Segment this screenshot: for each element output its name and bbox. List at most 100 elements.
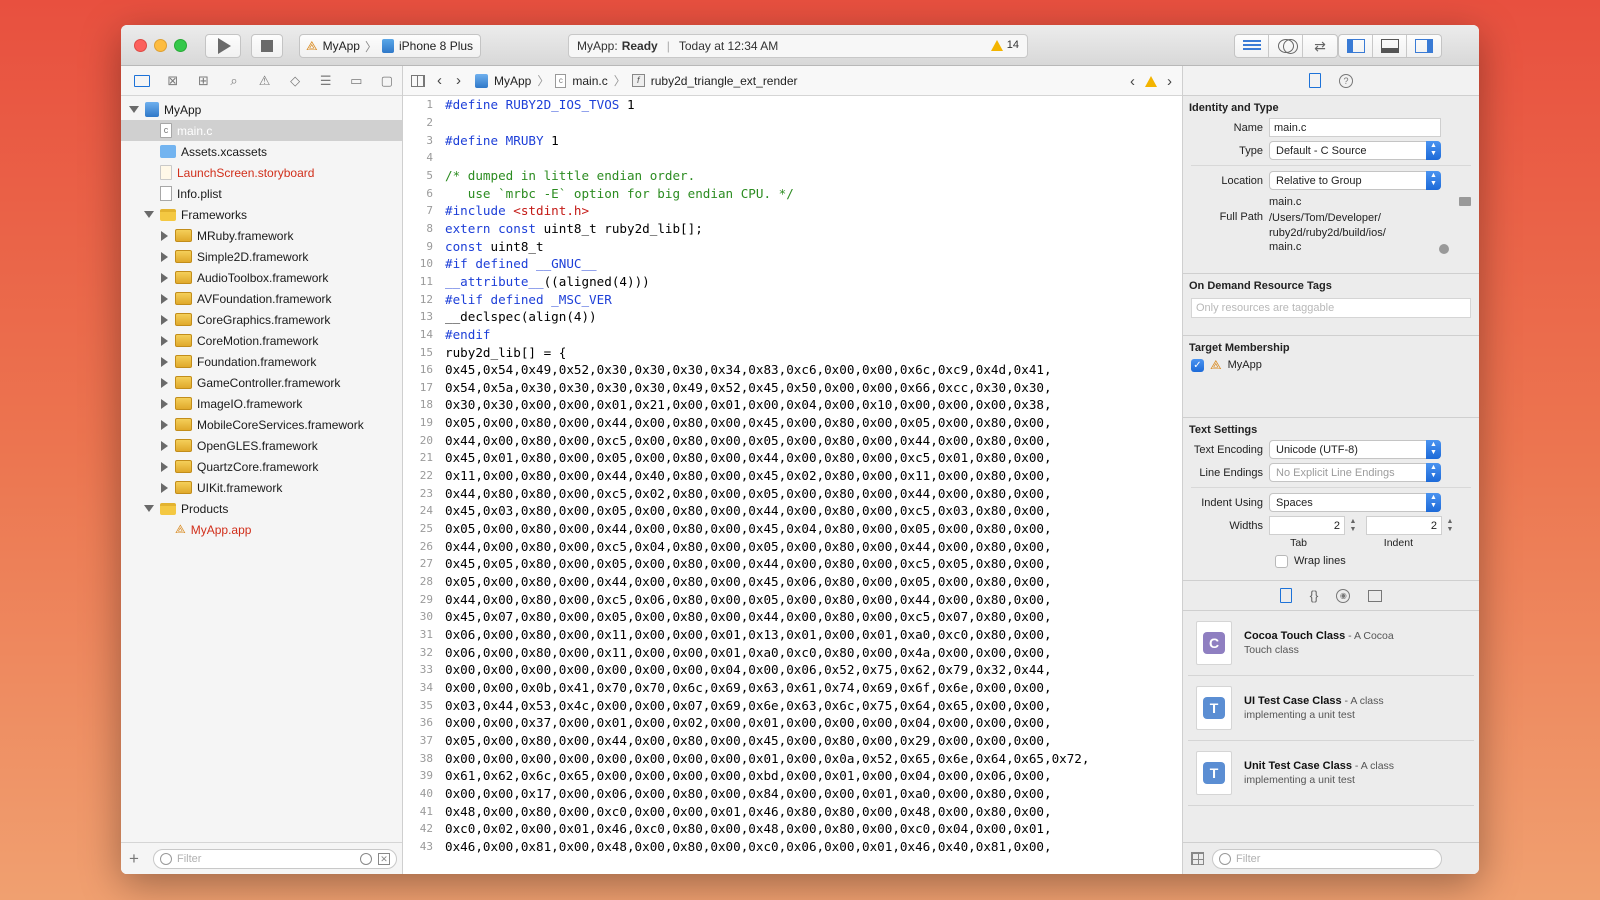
toggle-debug-area-button[interactable] [1373, 35, 1407, 57]
object-library-tab[interactable]: ◉ [1336, 588, 1351, 603]
code-line[interactable]: 33 0x00,0x00,0x00,0x00,0x00,0x00,0x00,0x0… [403, 661, 1182, 679]
test-navigator-tab[interactable]: ◇ [280, 69, 311, 93]
navigator-row[interactable]: MyApp [121, 99, 402, 120]
code-line[interactable]: 2 [403, 114, 1182, 132]
jumpbar-symbol[interactable]: ruby2d_triangle_ext_render [651, 74, 798, 88]
code-snippet-library-tab[interactable]: {} [1310, 588, 1319, 603]
code-line[interactable]: 38 0x00,0x00,0x00,0x00,0x00,0x00,0x00,0x0… [403, 749, 1182, 767]
back-arrow-icon[interactable]: ‹ [437, 72, 442, 89]
file-inspector-tab[interactable] [1309, 73, 1321, 88]
quick-help-tab[interactable]: ? [1339, 73, 1353, 88]
navigator-row[interactable]: Info.plist [121, 183, 402, 204]
navigator-row[interactable]: Products [121, 498, 402, 519]
template-item[interactable]: T Unit Test Case Class - A class implement… [1188, 741, 1474, 806]
code-line[interactable]: 24 0x45,0x03,0x80,0x00,0x05,0x00,0x80,0x0… [403, 502, 1182, 520]
warning-indicator[interactable]: 14 [990, 39, 1019, 51]
indent-select[interactable]: Spaces ▲ ▼ [1269, 493, 1441, 512]
jumpbar-file[interactable]: main.c [572, 74, 607, 88]
navigator-row[interactable]: ImageIO.framework [121, 393, 402, 414]
template-item[interactable]: T UI Test Case Class - A class implementin… [1188, 676, 1474, 741]
jumpbar-project[interactable]: MyApp [494, 74, 531, 88]
project-navigator-tab[interactable] [127, 69, 158, 93]
navigator-row[interactable]: MRuby.framework [121, 225, 402, 246]
navigator-row[interactable]: OpenGLES.framework [121, 435, 402, 456]
standard-editor-button[interactable] [1235, 35, 1269, 57]
indent-width-field[interactable]: 2 [1366, 516, 1442, 535]
toggle-utilities-button[interactable] [1407, 35, 1441, 57]
code-line[interactable]: 32 0x06,0x00,0x80,0x00,0x11,0x00,0x00,0x0… [403, 643, 1182, 661]
navigator-row[interactable]: LaunchScreen.storyboard [121, 162, 402, 183]
type-select[interactable]: Default - C Source ▲ ▼ [1269, 141, 1441, 160]
code-line[interactable]: 29 0x44,0x00,0x80,0x00,0xc5,0x06,0x80,0x0… [403, 590, 1182, 608]
code-line[interactable]: 41 0x48,0x00,0x80,0x00,0xc0,0x00,0x00,0x0… [403, 802, 1182, 820]
code-line[interactable]: 20 0x44,0x00,0x80,0x00,0xc5,0x00,0x80,0x0… [403, 431, 1182, 449]
disclosure-closed-icon[interactable] [160, 461, 168, 472]
code-line[interactable]: 16 0x45,0x54,0x49,0x52,0x30,0x30,0x30,0x3… [403, 361, 1182, 379]
code-line[interactable]: 25 0x05,0x00,0x80,0x00,0x44,0x00,0x80,0x0… [403, 520, 1182, 538]
code-line[interactable]: 1 #define RUBY2D_IOS_TVOS 1 [403, 96, 1182, 114]
code-line[interactable]: 37 0x05,0x00,0x80,0x00,0x44,0x00,0x80,0x0… [403, 732, 1182, 750]
tab-width-field[interactable]: 2 [1269, 516, 1345, 535]
disclosure-closed-icon[interactable] [160, 398, 168, 409]
tab-width-stepper[interactable]: ▲ ▼ [1348, 518, 1358, 534]
file-template-library-tab[interactable] [1279, 588, 1292, 603]
report-navigator-tab[interactable]: ▢ [372, 69, 403, 93]
previous-issue-icon[interactable]: ‹ [1130, 73, 1135, 90]
navigator-row[interactable]: AudioToolbox.framework [121, 267, 402, 288]
code-line[interactable]: 13 __declspec(align(4)) [403, 308, 1182, 326]
code-line[interactable]: 18 0x30,0x30,0x00,0x00,0x01,0x21,0x00,0x0… [403, 396, 1182, 414]
code-line[interactable]: 11 __attribute__((aligned(4))) [403, 273, 1182, 291]
debug-navigator-tab[interactable]: ☰ [310, 69, 341, 93]
code-line[interactable]: 42 0xc0,0x02,0x00,0x01,0x46,0xc0,0x80,0x0… [403, 820, 1182, 838]
breakpoint-navigator-tab[interactable]: ▭ [341, 69, 372, 93]
version-editor-button[interactable]: ⇄ [1303, 35, 1337, 57]
disclosure-closed-icon[interactable] [160, 377, 168, 388]
disclosure-closed-icon[interactable] [160, 419, 168, 430]
issue-navigator-tab[interactable]: ⚠ [249, 69, 280, 93]
source-control-filter-icon[interactable]: ✕ [378, 852, 390, 865]
code-line[interactable]: 39 0x61,0x62,0x6c,0x65,0x00,0x00,0x00,0x0… [403, 767, 1182, 785]
close-window-button[interactable] [134, 39, 147, 52]
warning-icon[interactable] [1145, 76, 1157, 87]
reveal-in-finder-icon[interactable] [1439, 244, 1449, 254]
code-line[interactable]: 8 extern const uint8_t ruby2d_lib[]; [403, 220, 1182, 238]
endings-select[interactable]: No Explicit Line Endings ▲ ▼ [1269, 463, 1441, 482]
toggle-navigator-button[interactable] [1339, 35, 1373, 57]
disclosure-open-icon[interactable] [144, 505, 154, 512]
code-line[interactable]: 6 use `mrbc -E` option for big endian CP… [403, 184, 1182, 202]
navigator-row[interactable]: UIKit.framework [121, 477, 402, 498]
resource-tags-field[interactable]: Only resources are taggable [1191, 298, 1471, 318]
navigator-row[interactable]: GameController.framework [121, 372, 402, 393]
folder-icon[interactable] [1459, 197, 1471, 206]
code-line[interactable]: 22 0x11,0x00,0x80,0x00,0x44,0x40,0x80,0x0… [403, 467, 1182, 485]
disclosure-closed-icon[interactable] [160, 251, 168, 262]
related-items-icon[interactable] [411, 74, 425, 87]
run-button[interactable] [205, 34, 241, 58]
disclosure-closed-icon[interactable] [160, 335, 168, 346]
code-line[interactable]: 9 const uint8_t [403, 237, 1182, 255]
navigator-filter-field[interactable]: Filter ✕ [153, 848, 397, 869]
code-line[interactable]: 23 0x44,0x80,0x80,0x00,0xc5,0x02,0x80,0x0… [403, 484, 1182, 502]
grid-view-icon[interactable] [1191, 852, 1204, 865]
recent-files-icon[interactable] [360, 852, 372, 865]
code-line[interactable]: 30 0x45,0x07,0x80,0x00,0x05,0x00,0x80,0x0… [403, 608, 1182, 626]
disclosure-open-icon[interactable] [144, 211, 154, 218]
code-line[interactable]: 5 /* dumped in little endian order. [403, 167, 1182, 185]
code-line[interactable]: 15 ruby2d_lib[] = { [403, 343, 1182, 361]
code-line[interactable]: 43 0x46,0x00,0x81,0x00,0x48,0x00,0x80,0x0… [403, 838, 1182, 856]
disclosure-closed-icon[interactable] [160, 314, 168, 325]
navigator-row[interactable]: CoreMotion.framework [121, 330, 402, 351]
navigator-row[interactable]: Foundation.framework [121, 351, 402, 372]
code-area[interactable]: 1 #define RUBY2D_IOS_TVOS 1 2 3 #define MRUB… [403, 96, 1182, 874]
code-line[interactable]: 28 0x05,0x00,0x80,0x00,0x44,0x00,0x80,0x0… [403, 573, 1182, 591]
code-line[interactable]: 4 [403, 149, 1182, 167]
encoding-select[interactable]: Unicode (UTF-8) ▲ ▼ [1269, 440, 1441, 459]
scheme-selector[interactable]: ⟁ MyApp 〉 iPhone 8 Plus [299, 34, 481, 58]
disclosure-closed-icon[interactable] [160, 356, 168, 367]
navigator-row[interactable]: CoreGraphics.framework [121, 309, 402, 330]
code-line[interactable]: 36 0x00,0x00,0x37,0x00,0x01,0x00,0x02,0x0… [403, 714, 1182, 732]
stop-button[interactable] [251, 34, 283, 58]
target-checkbox[interactable]: ✓ [1191, 358, 1204, 372]
code-line[interactable]: 31 0x06,0x00,0x80,0x00,0x11,0x00,0x00,0x0… [403, 626, 1182, 644]
code-line[interactable]: 26 0x44,0x00,0x80,0x00,0xc5,0x04,0x80,0x0… [403, 537, 1182, 555]
